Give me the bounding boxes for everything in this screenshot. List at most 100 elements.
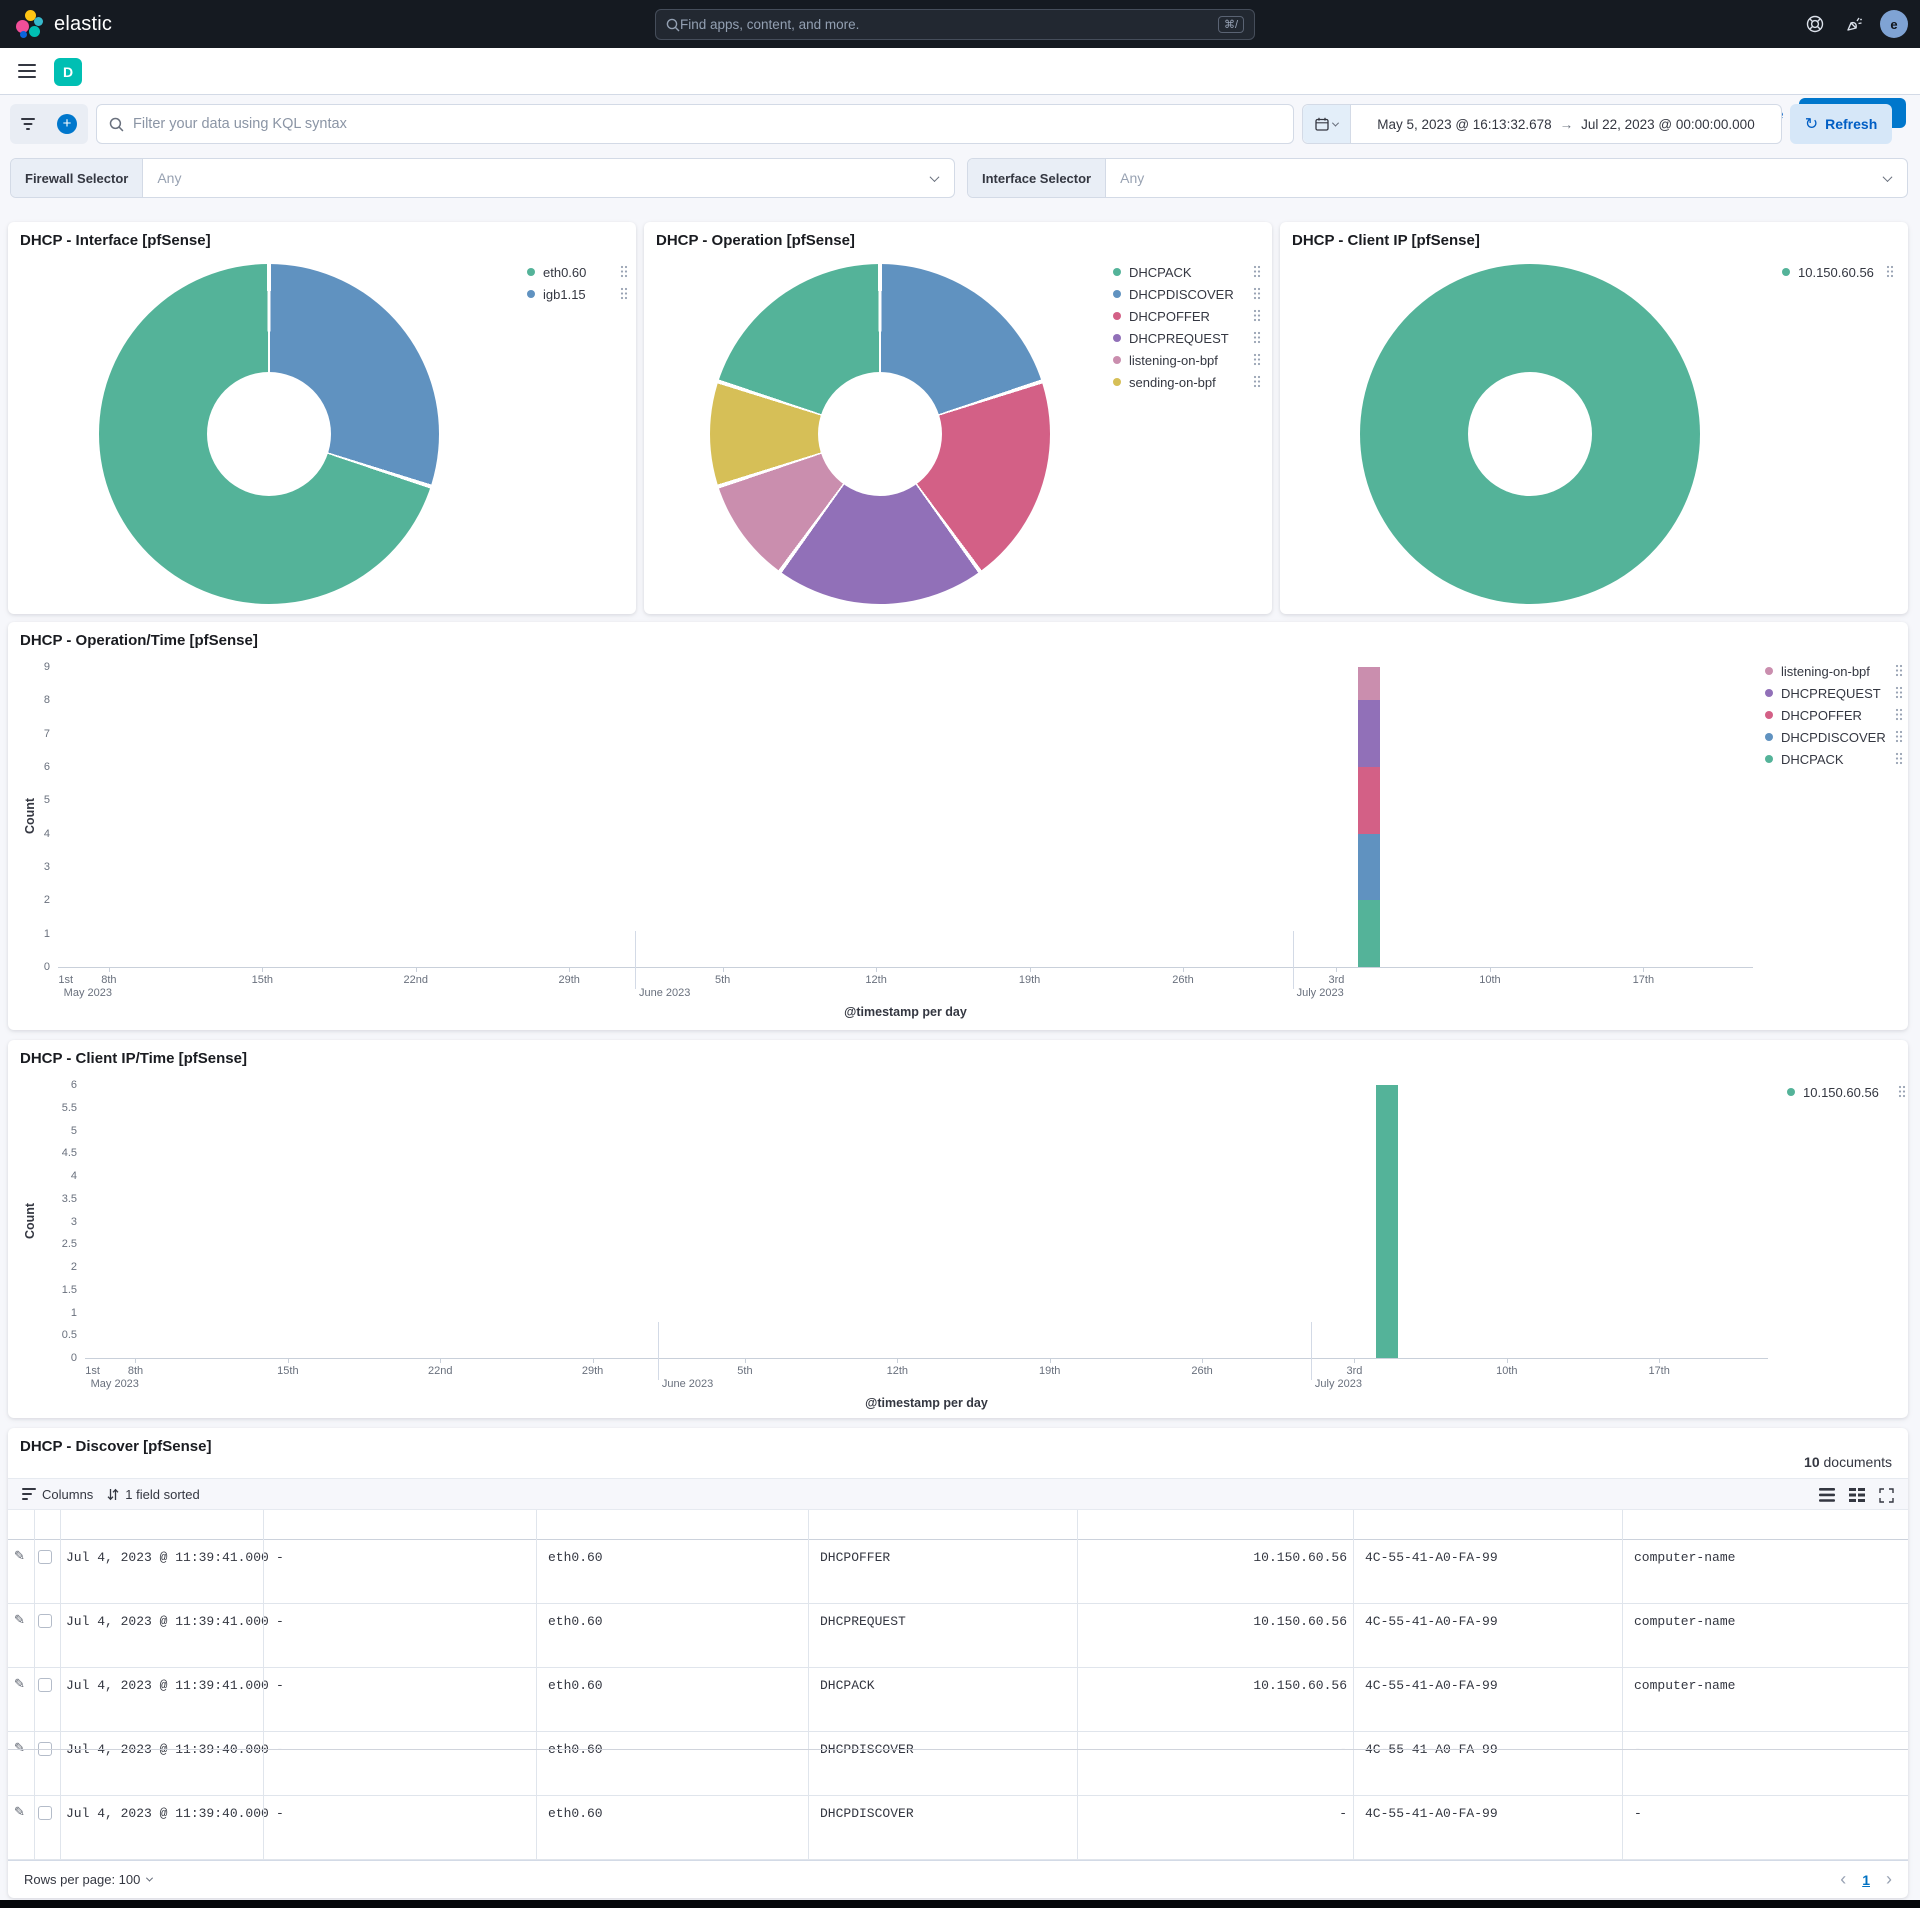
legend-item-DHCPDISCOVER[interactable]: DHCPDISCOVER: [1113, 283, 1234, 305]
panel-dhcp-operation: DHCP - Operation [pfSense] DHCPACKDHCPDI…: [644, 222, 1272, 614]
x-axis-tick: [1202, 1358, 1203, 1363]
y-axis-tick-label: 9: [16, 661, 50, 673]
calendar-button[interactable]: [1303, 105, 1351, 143]
panel-dhcp-client-ip-time: DHCP - Client IP/Time [pfSense] 65.554.5…: [8, 1040, 1908, 1418]
x-axis-month-label: June 2023: [639, 987, 690, 999]
interface-selector[interactable]: Interface Selector Any: [967, 158, 1908, 198]
bar-segment-10.150.60.56[interactable]: [1376, 1085, 1398, 1358]
user-avatar[interactable]: e: [1880, 10, 1908, 38]
row-edit-icon[interactable]: ✎: [14, 1676, 25, 1692]
kql-input[interactable]: [133, 116, 1281, 132]
x-axis-tick: [1507, 1358, 1508, 1363]
legend-item-DHCPDISCOVER[interactable]: DHCPDISCOVER: [1765, 726, 1886, 748]
legend-options-icon[interactable]: [1895, 752, 1903, 765]
global-search[interactable]: ⌘/: [655, 9, 1255, 40]
legend-options-icon[interactable]: [620, 287, 628, 300]
add-filter-button[interactable]: +: [57, 114, 77, 134]
bar-segment-DHCPREQUEST[interactable]: [1358, 700, 1380, 767]
legend-options-icon[interactable]: [1895, 708, 1903, 721]
legend-options-icon[interactable]: [1898, 1085, 1906, 1098]
row-edit-icon[interactable]: ✎: [14, 1804, 25, 1820]
legend-options-icon[interactable]: [1895, 686, 1903, 699]
columns-button[interactable]: Columns: [22, 1487, 93, 1502]
legend-options-icon[interactable]: [1886, 265, 1894, 278]
kql-query-bar[interactable]: [96, 104, 1294, 144]
y-axis-tick-label: 2.5: [43, 1238, 77, 1250]
legend-label: sending-on-bpf: [1129, 375, 1216, 390]
row-checkbox[interactable]: [38, 1806, 52, 1820]
legend-options-icon[interactable]: [1253, 309, 1261, 322]
table-cell: eth0.60: [548, 1678, 603, 1693]
legend-options-icon[interactable]: [1895, 664, 1903, 677]
bar-segment-DHCPACK[interactable]: [1358, 900, 1380, 967]
refresh-button[interactable]: ↻ Refresh: [1790, 104, 1892, 144]
bar-segment-listening-on-bpf[interactable]: [1358, 667, 1380, 700]
date-range-text[interactable]: May 5, 2023 @ 16:13:32.678 → Jul 22, 202…: [1351, 117, 1781, 132]
legend-dot-icon: [1113, 290, 1121, 298]
row-edit-icon[interactable]: ✎: [14, 1612, 25, 1628]
legend-options-icon[interactable]: [1253, 265, 1261, 278]
donut-hole: [818, 372, 942, 496]
density-rows-icon[interactable]: [1819, 1488, 1835, 1502]
window-edge: [0, 1900, 1920, 1908]
fullscreen-icon[interactable]: [1879, 1488, 1894, 1503]
table-cell: -: [1339, 1806, 1347, 1821]
legend-item-listening-on-bpf[interactable]: listening-on-bpf: [1113, 349, 1218, 371]
global-search-input[interactable]: [680, 17, 1218, 32]
legend-item-DHCPACK[interactable]: DHCPACK: [1113, 261, 1192, 283]
bar-segment-DHCPDISCOVER[interactable]: [1358, 834, 1380, 901]
document-count: 10 documents: [1804, 1454, 1892, 1470]
density-grid-icon[interactable]: [1849, 1488, 1865, 1502]
legend-options-icon[interactable]: [1253, 375, 1261, 388]
legend-label: DHCPDISCOVER: [1781, 730, 1886, 745]
brand-name: elastic: [54, 13, 112, 36]
filter-controls-group: +: [10, 104, 88, 144]
legend-item-eth0.60[interactable]: eth0.60: [527, 261, 586, 283]
interface-selector-label: Interface Selector: [968, 159, 1106, 197]
legend-item-DHCPACK[interactable]: DHCPACK: [1765, 748, 1844, 770]
row-checkbox[interactable]: [38, 1614, 52, 1628]
donut-hole: [1468, 372, 1592, 496]
legend-item-DHCPOFFER[interactable]: DHCPOFFER: [1765, 704, 1862, 726]
x-axis-tick-label: 17th: [1648, 1365, 1669, 1377]
next-page-button[interactable]: ›: [1886, 1869, 1892, 1890]
rows-per-page-button[interactable]: Rows per page: 100: [24, 1872, 152, 1887]
sort-fields-button[interactable]: 1 field sorted: [107, 1487, 199, 1502]
legend-item-sending-on-bpf[interactable]: sending-on-bpf: [1113, 371, 1216, 393]
legend-label: 10.150.60.56: [1803, 1085, 1879, 1100]
previous-page-button[interactable]: ‹: [1840, 1869, 1846, 1890]
menu-icon[interactable]: [18, 64, 36, 78]
legend-item-listening-on-bpf[interactable]: listening-on-bpf: [1765, 660, 1870, 682]
legend-options-icon[interactable]: [620, 265, 628, 278]
news-icon[interactable]: [1845, 14, 1865, 34]
bar-segment-DHCPOFFER[interactable]: [1358, 767, 1380, 834]
help-icon[interactable]: [1805, 14, 1825, 34]
legend-item-DHCPOFFER[interactable]: DHCPOFFER: [1113, 305, 1210, 327]
calendar-icon: [1315, 117, 1329, 131]
row-edit-icon[interactable]: ✎: [14, 1548, 25, 1564]
dashboard-space-badge[interactable]: D: [54, 58, 82, 86]
row-edit-icon[interactable]: ✎: [14, 1740, 25, 1756]
y-axis-tick-label: 0: [16, 961, 50, 973]
table-cell: 4C-55-41-A0-FA-99: [1365, 1550, 1498, 1565]
table-cell: eth0.60: [548, 1550, 603, 1565]
firewall-selector[interactable]: Firewall Selector Any: [10, 158, 955, 198]
legend-options-icon[interactable]: [1895, 730, 1903, 743]
legend-options-icon[interactable]: [1253, 353, 1261, 366]
page-number[interactable]: 1: [1862, 1872, 1870, 1888]
row-checkbox[interactable]: [38, 1550, 52, 1564]
legend-item-10.150.60.56[interactable]: 10.150.60.56: [1787, 1081, 1879, 1103]
panel-dhcp-discover: DHCP - Discover [pfSense] 10 documents C…: [8, 1428, 1908, 1898]
legend-item-igb1.15[interactable]: igb1.15: [527, 283, 586, 305]
legend-options-icon[interactable]: [1253, 287, 1261, 300]
legend-options-icon[interactable]: [1253, 331, 1261, 344]
y-axis-title: Count: [23, 1202, 37, 1238]
x-axis-tick: [109, 967, 110, 972]
x-axis-tick-label: 29th: [582, 1365, 603, 1377]
x-axis-title: @timestamp per day: [844, 1005, 967, 1019]
legend-item-10.150.60.56[interactable]: 10.150.60.56: [1782, 261, 1874, 283]
legend-item-DHCPREQUEST[interactable]: DHCPREQUEST: [1113, 327, 1229, 349]
row-checkbox[interactable]: [38, 1678, 52, 1692]
filter-icon[interactable]: [21, 118, 35, 130]
legend-item-DHCPREQUEST[interactable]: DHCPREQUEST: [1765, 682, 1881, 704]
